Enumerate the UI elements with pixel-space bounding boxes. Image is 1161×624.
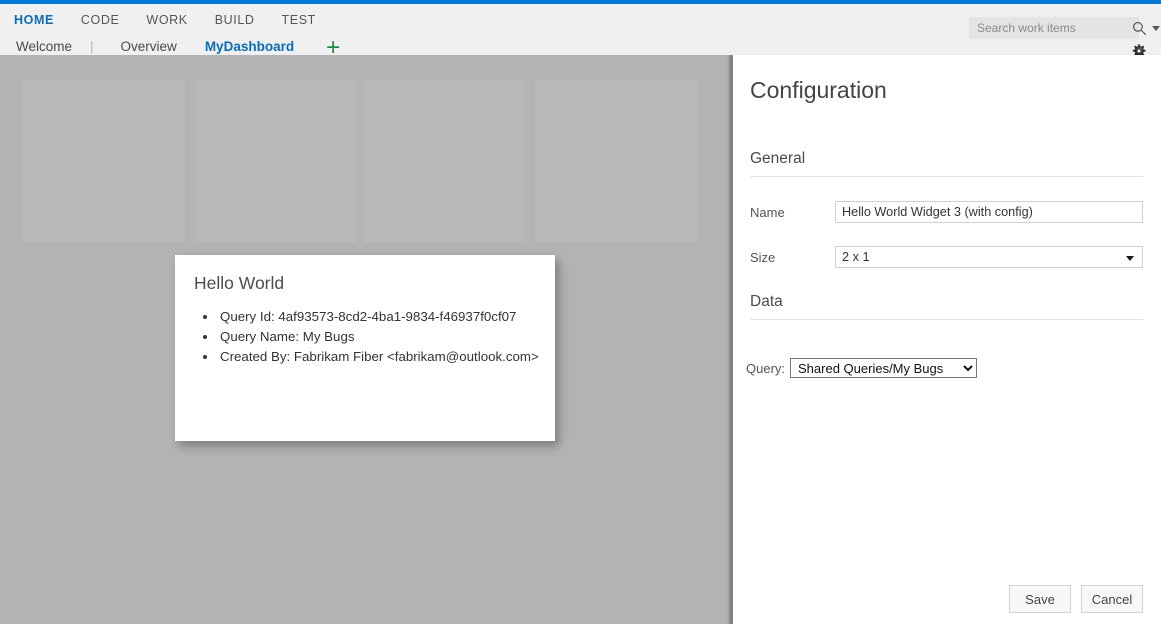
page-title: Configuration: [750, 77, 1161, 104]
search-chevron-down-icon[interactable]: [1152, 26, 1160, 31]
app-header: HOME CODE WORK BUILD TEST Welcome | Over…: [0, 4, 1161, 55]
hub-item-work[interactable]: WORK: [146, 10, 201, 30]
form-row-size: Size 2 x 1: [750, 246, 1143, 268]
configuration-panel: Configuration General Name Size 2 x 1 Da…: [733, 55, 1161, 624]
widget-placeholder-tile: [364, 80, 527, 243]
section-heading-data: Data: [750, 293, 1143, 320]
panel-action-buttons: Save Cancel: [1009, 585, 1143, 613]
hub-navigation: HOME CODE WORK BUILD TEST: [14, 10, 343, 30]
widget-title: Hello World: [194, 273, 555, 294]
list-item: Created By: Fabrikam Fiber <fabrikam@out…: [218, 347, 555, 367]
name-input[interactable]: [835, 201, 1143, 223]
size-dropdown[interactable]: 2 x 1: [835, 246, 1143, 268]
search-input[interactable]: [977, 18, 1132, 38]
size-dropdown-value: 2 x 1: [836, 250, 870, 264]
widget-placeholder-tile: [193, 80, 356, 243]
form-row-query: Query: Shared Queries/My BugsShared Quer…: [746, 358, 977, 378]
list-item: Query Id: 4af93573-8cd2-4ba1-9834-f46937…: [218, 307, 555, 327]
widget-placeholder-grid: [22, 80, 698, 243]
chevron-down-icon[interactable]: [1126, 256, 1134, 261]
size-field-label: Size: [750, 250, 835, 265]
search-box[interactable]: [969, 17, 1139, 39]
widget-placeholder-tile: [535, 80, 698, 243]
hub-item-build[interactable]: BUILD: [215, 10, 269, 30]
hello-world-widget-card[interactable]: Hello World Query Id: 4af93573-8cd2-4ba1…: [175, 255, 555, 441]
hub-item-test[interactable]: TEST: [282, 10, 330, 30]
widget-detail-list: Query Id: 4af93573-8cd2-4ba1-9834-f46937…: [175, 307, 555, 367]
save-button[interactable]: Save: [1009, 585, 1071, 613]
name-field-label: Name: [750, 205, 835, 220]
hub-item-code[interactable]: CODE: [81, 10, 134, 30]
form-row-name: Name: [750, 201, 1143, 223]
cancel-button[interactable]: Cancel: [1081, 585, 1143, 613]
search-icon[interactable]: [1132, 21, 1147, 36]
app-root: HOME CODE WORK BUILD TEST Welcome | Over…: [0, 0, 1161, 624]
query-field-label: Query:: [746, 361, 785, 376]
list-item: Query Name: My Bugs: [218, 327, 555, 347]
section-heading-general: General: [750, 150, 1143, 177]
query-select[interactable]: Shared Queries/My BugsShared Queries/Fee…: [790, 358, 977, 378]
widget-placeholder-tile: [22, 80, 185, 243]
hub-item-home[interactable]: HOME: [14, 10, 68, 30]
